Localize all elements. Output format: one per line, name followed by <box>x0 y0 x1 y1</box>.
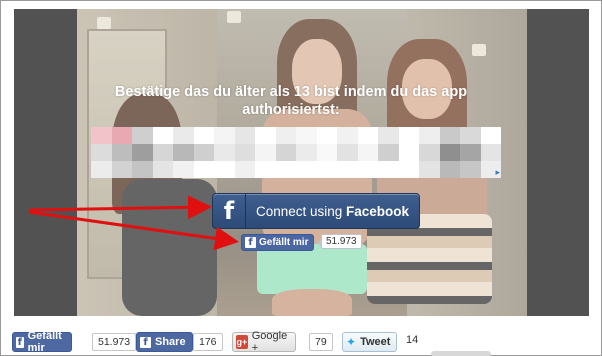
mosaic-cell <box>316 127 337 144</box>
mosaic-cell <box>337 144 358 161</box>
mosaic-cell <box>132 127 153 144</box>
mosaic-cell <box>378 144 399 161</box>
mosaic-cell <box>275 127 296 144</box>
mosaic-cell <box>173 127 194 144</box>
mosaic-cell <box>214 161 235 178</box>
mosaic-cell <box>460 127 481 144</box>
mosaic-cell <box>337 161 358 178</box>
mosaic-cell <box>378 161 399 178</box>
google-plus-icon: g+ <box>236 335 248 349</box>
facebook-f-icon: f <box>140 336 151 348</box>
mosaic-cell <box>152 127 173 144</box>
pixelated-ad[interactable]: ▸ <box>91 127 501 178</box>
headline-line-1: Bestätige das du älter als 13 bist indem… <box>114 84 468 100</box>
mosaic-cell <box>337 127 358 144</box>
mosaic-cell <box>234 144 255 161</box>
mosaic-cell <box>173 161 194 178</box>
page-frame: Bestätige das du älter als 13 bist indem… <box>0 0 602 356</box>
mosaic-cell <box>214 127 235 144</box>
facebook-f-icon: f <box>16 336 24 348</box>
mosaic-cell <box>316 144 337 161</box>
mosaic-cell <box>173 144 194 161</box>
mosaic-cell <box>255 161 276 178</box>
mosaic-cell <box>439 144 460 161</box>
facebook-f-icon: f <box>245 237 256 248</box>
connect-facebook-button[interactable]: f Connect using Facebook <box>212 193 420 229</box>
mosaic-cell <box>419 144 440 161</box>
clipped-element <box>431 351 491 356</box>
mosaic-cell <box>111 144 132 161</box>
google-plus-count: 79 <box>309 333 333 351</box>
inline-like-button[interactable]: f Gefällt mir <box>241 234 315 251</box>
fb-like-count: 51.973 <box>92 333 137 351</box>
mosaic-cell <box>439 127 460 144</box>
mosaic-cell <box>255 144 276 161</box>
mosaic-cell <box>357 161 378 178</box>
mosaic-cell <box>214 144 235 161</box>
connect-label-brand: Facebook <box>346 203 410 219</box>
fb-share-button[interactable]: f Share <box>136 332 193 352</box>
mosaic-cell <box>316 161 337 178</box>
mosaic-cell <box>398 144 419 161</box>
mosaic-cell <box>193 144 214 161</box>
mosaic-cell <box>132 144 153 161</box>
facebook-f-icon: f <box>213 194 246 228</box>
google-plus-label: Google + <box>251 330 288 354</box>
mosaic-cell <box>460 144 481 161</box>
mosaic-cell <box>234 127 255 144</box>
mosaic-cell <box>111 127 132 144</box>
mosaic-cell <box>480 144 501 161</box>
mosaic-cell <box>152 144 173 161</box>
fb-like-label: Gefällt mir <box>27 330 62 354</box>
tweet-button[interactable]: ✦ Tweet <box>342 332 398 352</box>
mosaic-cell <box>357 144 378 161</box>
mosaic-cell <box>234 161 255 178</box>
mosaic-cell <box>419 161 440 178</box>
mosaic-cell <box>296 161 317 178</box>
inline-like-count: 51.973 <box>317 234 362 249</box>
mosaic-cell <box>91 161 112 178</box>
mosaic-cell <box>439 161 460 178</box>
mosaic-cell <box>296 144 317 161</box>
fb-like-button[interactable]: f Gefällt mir <box>12 330 73 354</box>
inline-like-label: Gefällt mir <box>259 237 309 248</box>
age-verification-headline: Bestätige das du älter als 13 bist indem… <box>96 83 486 119</box>
mosaic-cell <box>419 127 440 144</box>
mosaic-cell <box>193 161 214 178</box>
fb-share-label: Share <box>155 336 186 348</box>
mosaic-cell <box>193 127 214 144</box>
fb-share-count: 176 <box>193 333 223 351</box>
mosaic-cell <box>275 144 296 161</box>
twitter-bird-icon: ✦ <box>346 335 357 349</box>
mosaic-cell <box>460 161 481 178</box>
mosaic-cell <box>357 127 378 144</box>
mosaic-cell <box>378 127 399 144</box>
mosaic-cell <box>91 144 112 161</box>
adchoices-icon[interactable]: ▸ <box>495 167 500 178</box>
mosaic-cell <box>152 161 173 178</box>
headline-line-2: authorisiertst: <box>242 102 340 118</box>
ad-mosaic <box>91 127 501 178</box>
google-plus-button[interactable]: g+ Google + <box>232 330 297 354</box>
tweet-label: Tweet <box>360 336 391 348</box>
mosaic-cell <box>255 127 276 144</box>
mosaic-cell <box>275 161 296 178</box>
mosaic-cell <box>480 127 501 144</box>
mosaic-cell <box>398 127 419 144</box>
connect-label-prefix: Connect using <box>255 203 347 219</box>
mosaic-cell <box>398 161 419 178</box>
mosaic-cell <box>111 161 132 178</box>
connect-label: Connect using Facebook <box>246 204 419 219</box>
tweet-count: 14 <box>406 334 419 346</box>
mosaic-cell <box>91 127 112 144</box>
mosaic-cell <box>132 161 153 178</box>
mosaic-cell <box>296 127 317 144</box>
